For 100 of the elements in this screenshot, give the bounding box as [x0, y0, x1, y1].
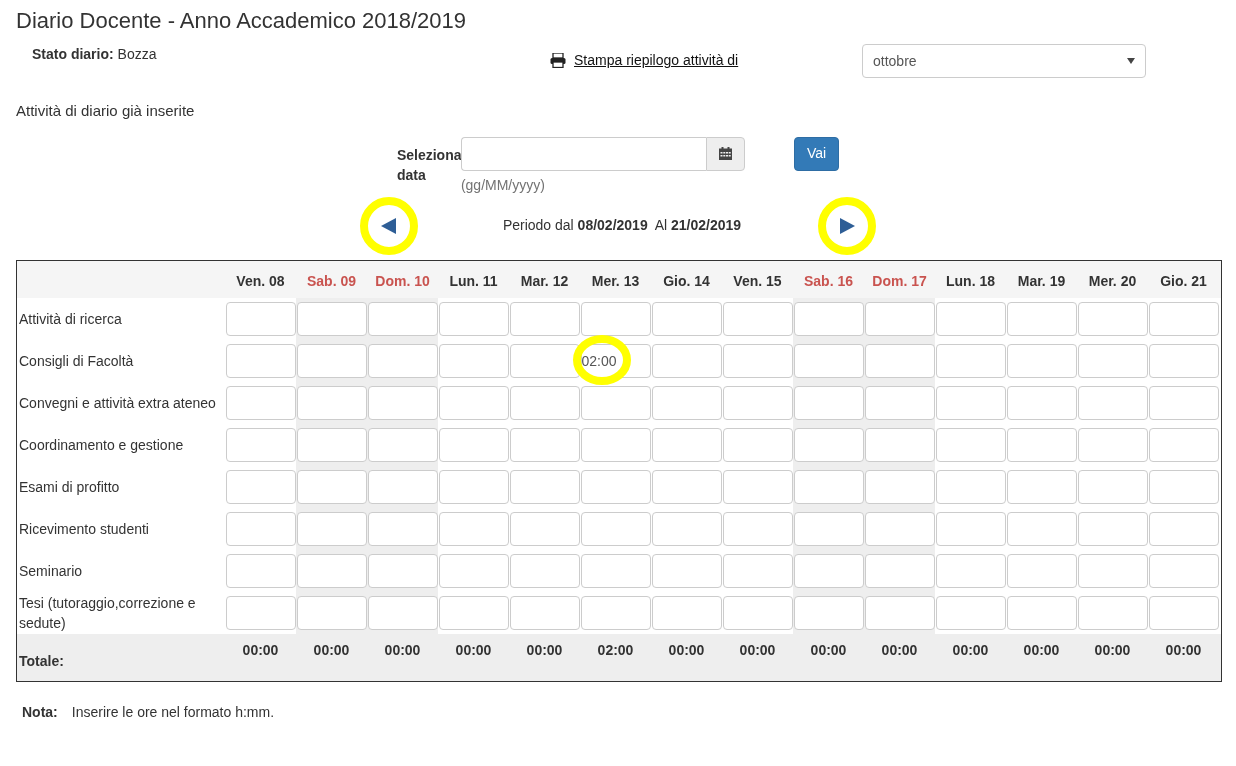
hours-field[interactable]: [651, 469, 722, 504]
hours-field[interactable]: [1148, 385, 1219, 420]
hours-field[interactable]: [1077, 595, 1148, 630]
hours-field[interactable]: [367, 385, 438, 420]
hours-field[interactable]: [1006, 343, 1077, 378]
hours-field[interactable]: [793, 553, 864, 588]
hours-field[interactable]: [438, 385, 509, 420]
hours-field[interactable]: [367, 469, 438, 504]
hours-field[interactable]: [935, 427, 1006, 462]
hours-field[interactable]: [225, 301, 296, 336]
hours-field[interactable]: [1077, 385, 1148, 420]
hours-field[interactable]: [1006, 553, 1077, 588]
hours-field[interactable]: [580, 385, 651, 420]
hours-field[interactable]: [367, 553, 438, 588]
hours-field[interactable]: [722, 595, 793, 630]
hours-field[interactable]: [225, 385, 296, 420]
date-field[interactable]: [460, 136, 706, 171]
hours-field[interactable]: [1006, 427, 1077, 462]
hours-field[interactable]: [1077, 511, 1148, 546]
hours-field[interactable]: [1148, 427, 1219, 462]
hours-field[interactable]: [935, 343, 1006, 378]
hours-field[interactable]: [580, 511, 651, 546]
hours-field[interactable]: [580, 427, 651, 462]
hours-field[interactable]: [793, 469, 864, 504]
hours-field[interactable]: [1006, 469, 1077, 504]
calendar-button[interactable]: [705, 136, 745, 171]
month-select[interactable]: ottobre: [862, 44, 1146, 79]
hours-field[interactable]: [1077, 469, 1148, 504]
hours-field[interactable]: [793, 301, 864, 336]
hours-field[interactable]: [296, 385, 367, 420]
hours-field[interactable]: [438, 595, 509, 630]
hours-field[interactable]: [935, 553, 1006, 588]
hours-field[interactable]: [367, 343, 438, 378]
hours-field[interactable]: [438, 553, 509, 588]
hours-field[interactable]: [509, 427, 580, 462]
hours-field[interactable]: [438, 427, 509, 462]
hours-field[interactable]: [1148, 595, 1219, 630]
hours-field[interactable]: [935, 469, 1006, 504]
hours-field[interactable]: [1077, 301, 1148, 336]
hours-field[interactable]: [580, 301, 651, 336]
hours-field[interactable]: [864, 469, 935, 504]
hours-field[interactable]: [651, 427, 722, 462]
hours-field[interactable]: [722, 469, 793, 504]
hours-field[interactable]: [722, 553, 793, 588]
hours-field[interactable]: [296, 469, 367, 504]
hours-field[interactable]: [864, 385, 935, 420]
hours-field[interactable]: [793, 511, 864, 546]
hours-field[interactable]: [438, 343, 509, 378]
hours-field[interactable]: [651, 301, 722, 336]
hours-field[interactable]: [722, 343, 793, 378]
hours-field[interactable]: [1148, 469, 1219, 504]
hours-field[interactable]: [580, 553, 651, 588]
hours-field[interactable]: [367, 595, 438, 630]
hours-field[interactable]: [793, 595, 864, 630]
hours-field[interactable]: [296, 301, 367, 336]
hours-field[interactable]: [793, 427, 864, 462]
hours-field[interactable]: [1006, 511, 1077, 546]
hours-field[interactable]: [509, 343, 580, 378]
hours-field[interactable]: [1148, 301, 1219, 336]
hours-field[interactable]: [722, 427, 793, 462]
hours-field[interactable]: [793, 343, 864, 378]
hours-field[interactable]: [225, 427, 296, 462]
hours-field[interactable]: [722, 385, 793, 420]
hours-field[interactable]: [864, 511, 935, 546]
hours-field[interactable]: [225, 595, 296, 630]
hours-field[interactable]: [296, 553, 367, 588]
hours-field[interactable]: [864, 301, 935, 336]
hours-field[interactable]: [438, 301, 509, 336]
hours-field[interactable]: [722, 511, 793, 546]
hours-field[interactable]: [296, 511, 367, 546]
hours-field[interactable]: [225, 469, 296, 504]
hours-field[interactable]: [935, 385, 1006, 420]
hours-field[interactable]: [722, 301, 793, 336]
hours-field[interactable]: [864, 343, 935, 378]
hours-field[interactable]: [580, 595, 651, 630]
hours-field[interactable]: [509, 595, 580, 630]
hours-field[interactable]: [935, 595, 1006, 630]
hours-field[interactable]: [1006, 595, 1077, 630]
hours-field[interactable]: [793, 385, 864, 420]
hours-field[interactable]: [296, 595, 367, 630]
go-button[interactable]: Vai: [793, 136, 840, 171]
hours-field[interactable]: [1077, 343, 1148, 378]
hours-field[interactable]: [367, 301, 438, 336]
hours-field[interactable]: [651, 553, 722, 588]
hours-field[interactable]: [1077, 553, 1148, 588]
hours-field[interactable]: [438, 469, 509, 504]
hours-field[interactable]: [509, 553, 580, 588]
hours-field[interactable]: [509, 469, 580, 504]
hours-field[interactable]: [509, 511, 580, 546]
hours-field[interactable]: [580, 469, 651, 504]
hours-field[interactable]: [1006, 301, 1077, 336]
hours-field[interactable]: [1077, 427, 1148, 462]
hours-field[interactable]: [509, 385, 580, 420]
hours-field[interactable]: [509, 301, 580, 336]
hours-field[interactable]: [935, 301, 1006, 336]
hours-field[interactable]: [1148, 343, 1219, 378]
hours-field[interactable]: [651, 343, 722, 378]
hours-field[interactable]: [225, 553, 296, 588]
hours-field[interactable]: [296, 343, 367, 378]
hours-field[interactable]: [935, 511, 1006, 546]
